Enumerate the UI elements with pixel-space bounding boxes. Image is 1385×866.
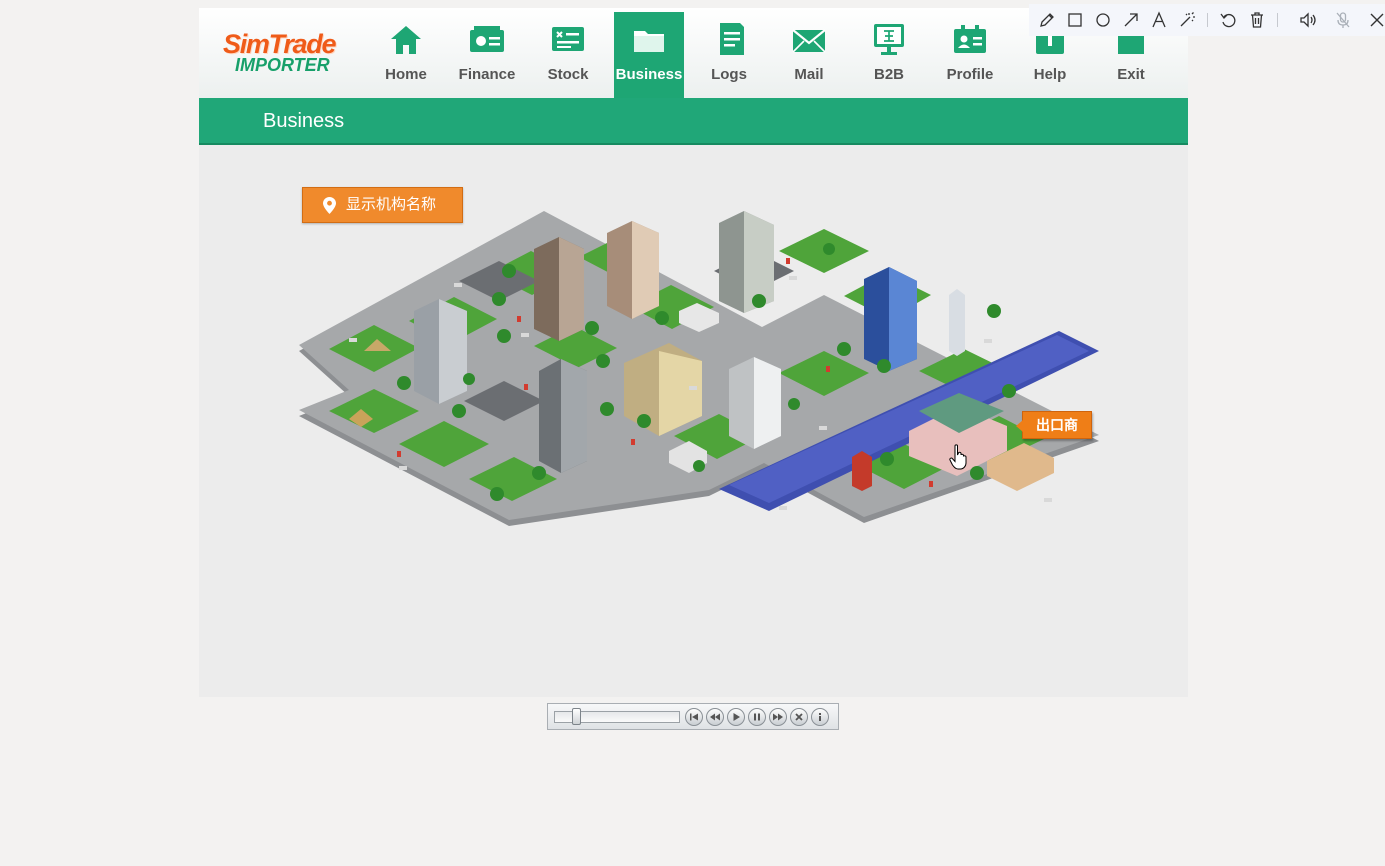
- logo-product: IMPORTER: [235, 55, 330, 75]
- annotation-toolbar: [1029, 4, 1385, 36]
- nav-business[interactable]: Business: [614, 12, 684, 98]
- circle-icon: [1096, 13, 1110, 27]
- nav-mail-label: Mail: [794, 66, 824, 83]
- magic-wand-tool[interactable]: [1177, 10, 1197, 30]
- finance-icon: [470, 26, 504, 52]
- home-icon: [391, 26, 421, 54]
- nav-finance-label: Finance: [458, 66, 516, 83]
- nav-business-label: Business: [615, 66, 683, 83]
- nav-stock[interactable]: Stock: [533, 12, 603, 98]
- folder-icon: [634, 31, 664, 52]
- pause-icon: [754, 713, 760, 721]
- magic-wand-icon: [1180, 12, 1195, 27]
- close-icon: [795, 713, 803, 721]
- play-icon: [733, 713, 740, 721]
- arrow-icon: [1124, 13, 1138, 27]
- microphone-tool[interactable]: [1333, 10, 1353, 30]
- skip-to-start-icon: [690, 713, 698, 721]
- nav-finance[interactable]: Finance: [452, 12, 522, 98]
- trash-icon: [1251, 12, 1263, 28]
- player-controls: [685, 708, 832, 726]
- seek-slider[interactable]: [554, 708, 680, 725]
- pencil-icon: [1040, 13, 1054, 27]
- hover-tooltip: 出口商: [1016, 411, 1092, 439]
- toolbar-divider: [1277, 13, 1278, 27]
- delete-tool[interactable]: [1247, 10, 1267, 30]
- rewind-icon: [710, 713, 720, 721]
- nav-home[interactable]: Home: [371, 12, 441, 98]
- microphone-muted-icon: [1336, 12, 1350, 28]
- nav-mail[interactable]: Mail: [774, 12, 844, 98]
- pencil-tool[interactable]: [1037, 10, 1057, 30]
- speaker-tool[interactable]: [1298, 10, 1318, 30]
- nav-profile-label: Profile: [946, 66, 994, 83]
- stock-icon: [552, 27, 584, 51]
- rewind-button[interactable]: [706, 708, 724, 726]
- undo-tool[interactable]: [1218, 10, 1238, 30]
- hand-cursor-icon: [949, 444, 967, 470]
- logs-icon: [720, 23, 744, 55]
- skip-to-start-button[interactable]: [685, 708, 703, 726]
- fast-forward-button[interactable]: [769, 708, 787, 726]
- nav-logs[interactable]: Logs: [694, 12, 764, 98]
- isometric-city-map[interactable]: [299, 211, 1099, 526]
- speaker-icon: [1300, 12, 1316, 28]
- nav-profile[interactable]: Profile: [935, 12, 1005, 98]
- pause-button[interactable]: [748, 708, 766, 726]
- toolbar-divider: [1207, 13, 1208, 27]
- nav-logs-label: Logs: [711, 66, 747, 83]
- play-button[interactable]: [727, 708, 745, 726]
- nav-b2b[interactable]: B2B: [854, 12, 924, 98]
- nav-stock-label: Stock: [547, 66, 589, 83]
- mail-icon: [792, 29, 826, 53]
- page-title: Business: [263, 110, 345, 132]
- rectangle-tool[interactable]: [1065, 10, 1085, 30]
- nav-b2b-label: B2B: [873, 66, 904, 83]
- rectangle-icon: [1068, 13, 1082, 27]
- text-tool[interactable]: [1149, 10, 1169, 30]
- circle-tool[interactable]: [1093, 10, 1113, 30]
- stop-button[interactable]: [790, 708, 808, 726]
- section-header-bar: Business: [199, 98, 1188, 145]
- close-tool[interactable]: [1367, 10, 1385, 30]
- logo-brand: SimTrade: [223, 29, 336, 59]
- app-window: SimTrade IMPORTER Home Finance Stock Bus…: [199, 8, 1188, 697]
- fast-forward-icon: [773, 713, 783, 721]
- info-button[interactable]: [811, 708, 829, 726]
- seek-thumb[interactable]: [572, 708, 581, 725]
- nav-exit-label: Exit: [1117, 66, 1145, 83]
- undo-icon: [1220, 13, 1236, 28]
- text-icon: [1152, 11, 1166, 28]
- b2b-monitor-icon: [874, 24, 904, 55]
- arrow-tool[interactable]: [1121, 10, 1141, 30]
- profile-card-icon: [954, 25, 986, 53]
- nav-home-label: Home: [385, 66, 427, 83]
- nav-help-label: Help: [1033, 66, 1067, 83]
- close-icon: [1370, 13, 1384, 27]
- info-icon: [819, 713, 821, 721]
- media-player-bar: [547, 703, 839, 730]
- simtrade-logo: SimTrade IMPORTER: [223, 30, 343, 78]
